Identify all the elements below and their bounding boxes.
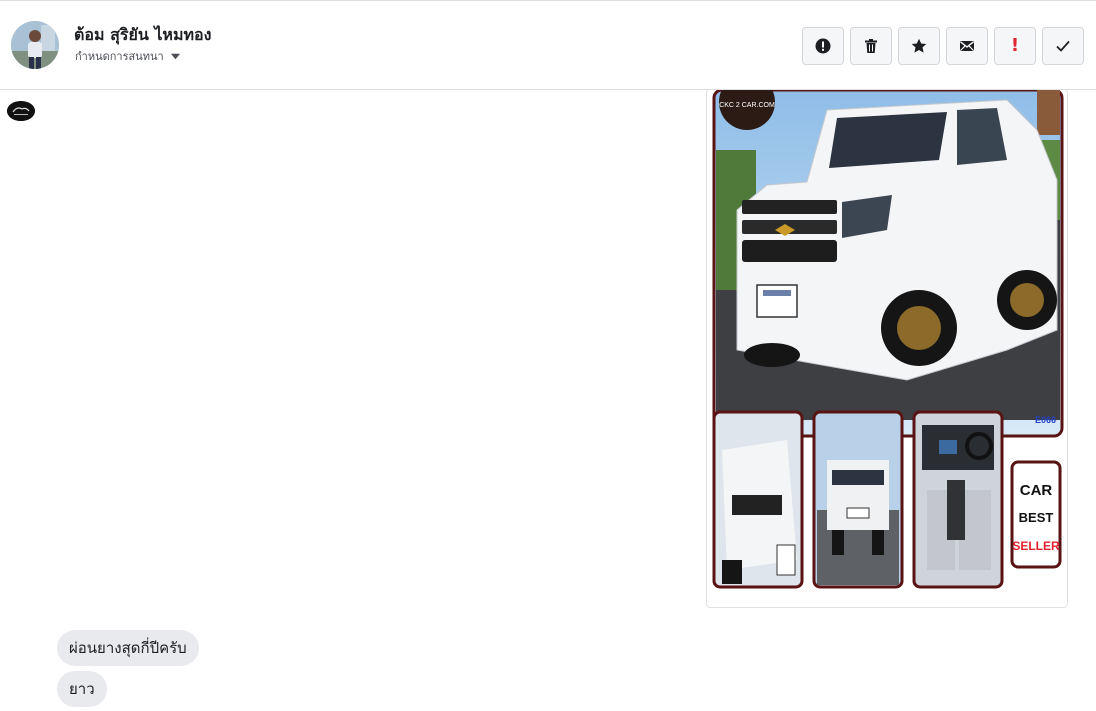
done-button[interactable] <box>1042 27 1084 65</box>
thumbnail-front <box>712 410 804 589</box>
page-logo <box>7 101 35 121</box>
exclamation-icon: ! <box>1010 35 1020 56</box>
chevron-down-icon <box>170 53 180 59</box>
avatar-photo <box>11 21 59 69</box>
contact-name[interactable]: ต้อม สุริยัน ไหมทอง <box>74 23 211 48</box>
assign-conversation-dropdown[interactable]: กำหนดการสนทนา <box>75 47 181 65</box>
thumbnail-interior <box>912 410 1004 589</box>
assign-label: กำหนดการสนทนา <box>75 50 164 63</box>
badge-car: CAR <box>1020 482 1053 499</box>
image-attachment[interactable]: CKC 2 CAR.COM E066 CAR BEST SELLER <box>706 89 1068 608</box>
check-icon <box>1056 40 1070 52</box>
conversation-actions: ! <box>802 27 1084 65</box>
message-thread[interactable]: CKC 2 CAR.COM E066 CAR BEST SELLER ผ่อนย… <box>0 89 1096 711</box>
listing-code: E066 <box>1035 415 1056 425</box>
thumbnail-rear <box>812 410 904 589</box>
star-icon <box>911 38 927 53</box>
page-logo-mark <box>7 101 35 121</box>
alert-circle-icon <box>815 38 831 54</box>
badge-best: BEST <box>1019 510 1054 525</box>
star-button[interactable] <box>898 27 940 65</box>
message-bubble[interactable]: ผ่อนยางสุดกี่ปีครับ <box>57 630 199 666</box>
badge-seller: SELLER <box>1012 539 1060 553</box>
mark-unread-button[interactable] <box>946 27 988 65</box>
envelope-icon <box>960 41 974 51</box>
conversation-header: ต้อม สุริยัน ไหมทอง กำหนดการสนทนา ! <box>0 0 1096 90</box>
inbox-conversation: ต้อม สุริยัน ไหมทอง กำหนดการสนทนา ! CKC … <box>0 0 1096 711</box>
trash-icon <box>865 39 877 53</box>
best-seller-badge: CAR BEST SELLER <box>1010 460 1062 569</box>
delete-button[interactable] <box>850 27 892 65</box>
contact-avatar[interactable] <box>11 21 59 69</box>
watermark-logo-text: CKC 2 CAR.COM <box>719 102 775 109</box>
spam-button[interactable] <box>802 27 844 65</box>
urgent-button[interactable]: ! <box>994 27 1036 65</box>
message-bubble[interactable]: ยาว <box>57 671 107 707</box>
main-car-photo: CKC 2 CAR.COM E066 <box>712 90 1064 438</box>
car-listing-image: CKC 2 CAR.COM E066 CAR BEST SELLER <box>707 90 1067 607</box>
